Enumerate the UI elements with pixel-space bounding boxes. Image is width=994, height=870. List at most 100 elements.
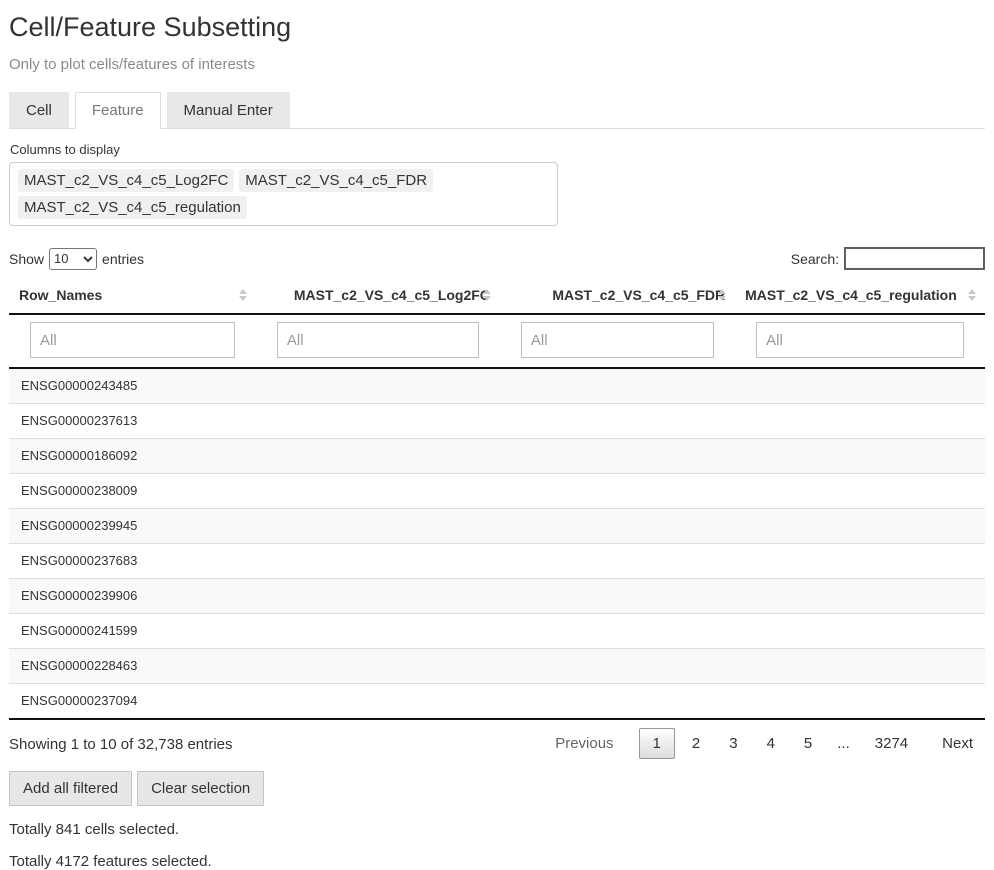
tab-cell[interactable]: Cell <box>9 92 69 128</box>
column-header-label: MAST_c2_VS_c4_c5_Log2FC <box>294 287 490 303</box>
column-header-label: MAST_c2_VS_c4_c5_regulation <box>745 287 957 303</box>
table-row[interactable]: ENSG00000237683 <box>9 544 985 579</box>
column-header-mast-c2-vs-c4-c5-log2fc[interactable]: MAST_c2_VS_c4_c5_Log2FC <box>256 277 500 314</box>
value-cell <box>256 404 500 439</box>
selected-column-tag[interactable]: MAST_c2_VS_c4_c5_FDR <box>239 169 433 192</box>
value-cell <box>500 509 735 544</box>
search-input[interactable] <box>844 247 985 270</box>
tab-manual-enter[interactable]: Manual Enter <box>167 92 290 128</box>
value-cell <box>500 439 735 474</box>
selected-column-tag[interactable]: MAST_c2_VS_c4_c5_Log2FC <box>18 169 234 192</box>
row-name-cell: ENSG00000239945 <box>9 509 256 544</box>
table-header-row: Row_Names MAST_c2_VS_c4_c5_Log2FC MAST_c2_… <box>9 277 985 314</box>
value-cell <box>735 404 985 439</box>
table-row[interactable]: ENSG00000238009 <box>9 474 985 509</box>
row-name-cell: ENSG00000243485 <box>9 368 256 404</box>
sort-arrows-icon <box>968 289 976 301</box>
column-header-mast-c2-vs-c4-c5-fdr[interactable]: MAST_c2_VS_c4_c5_FDR <box>500 277 735 314</box>
add-all-filtered-button[interactable]: Add all filtered <box>9 771 132 806</box>
value-cell <box>500 368 735 404</box>
row-name-cell: ENSG00000237683 <box>9 544 256 579</box>
pagination-page-5[interactable]: 5 <box>792 729 824 758</box>
row-name-cell: ENSG00000241599 <box>9 614 256 649</box>
column-header-row-names[interactable]: Row_Names <box>9 277 256 314</box>
value-cell <box>256 614 500 649</box>
table-row[interactable]: ENSG00000237613 <box>9 404 985 439</box>
column-header-label: MAST_c2_VS_c4_c5_FDR <box>552 287 725 303</box>
page-title: Cell/Feature Subsetting <box>9 12 985 43</box>
tabset: CellFeatureManual Enter <box>9 92 985 129</box>
datatable-controls: Show 10 entries Search: <box>9 247 985 270</box>
column-header-mast-c2-vs-c4-c5-regulation[interactable]: MAST_c2_VS_c4_c5_regulation <box>735 277 985 314</box>
column-header-label: Row_Names <box>19 287 102 303</box>
page-length-suffix: entries <box>102 251 144 267</box>
clear-selection-button[interactable]: Clear selection <box>137 771 264 806</box>
value-cell <box>735 544 985 579</box>
pagination-previous[interactable]: Previous <box>543 729 625 758</box>
selection-status-text: Totally 4172 features selected. <box>9 853 985 870</box>
table-row[interactable]: ENSG00000237094 <box>9 684 985 720</box>
value-cell <box>500 544 735 579</box>
table-row[interactable]: ENSG00000239906 <box>9 579 985 614</box>
search-label: Search: <box>791 251 839 267</box>
sort-arrows-icon <box>718 289 726 301</box>
table-row[interactable]: ENSG00000228463 <box>9 649 985 684</box>
value-cell <box>256 368 500 404</box>
pagination: Previous12345...3274Next <box>538 720 985 759</box>
sort-arrows-icon <box>239 289 247 301</box>
table-body: ENSG00000243485ENSG00000237613ENSG000001… <box>9 368 985 719</box>
value-cell <box>735 649 985 684</box>
table-row[interactable]: ENSG00000243485 <box>9 368 985 404</box>
value-cell <box>256 474 500 509</box>
page-length-select[interactable]: 10 <box>49 248 97 270</box>
value-cell <box>500 684 735 720</box>
selected-column-tag[interactable]: MAST_c2_VS_c4_c5_regulation <box>18 196 247 219</box>
table-filter-row <box>9 314 985 368</box>
row-name-cell: ENSG00000238009 <box>9 474 256 509</box>
table-row[interactable]: ENSG00000239945 <box>9 509 985 544</box>
column-filter-input-mast-c2-vs-c4-c5-fdr[interactable] <box>521 322 714 358</box>
columns-to-display-label: Columns to display <box>10 142 985 157</box>
value-cell <box>500 614 735 649</box>
selection-status-text: Totally 841 cells selected. <box>9 821 985 838</box>
table-info: Showing 1 to 10 of 32,738 entries <box>9 726 233 753</box>
value-cell <box>256 439 500 474</box>
pagination-page-3[interactable]: 3 <box>717 729 749 758</box>
value-cell <box>735 614 985 649</box>
value-cell <box>735 684 985 720</box>
table-row[interactable]: ENSG00000186092 <box>9 439 985 474</box>
value-cell <box>500 649 735 684</box>
pagination-next[interactable]: Next <box>930 729 985 758</box>
pagination-page-3274[interactable]: 3274 <box>863 729 920 758</box>
features-table: Row_Names MAST_c2_VS_c4_c5_Log2FC MAST_c2_… <box>9 277 985 720</box>
column-filter-input-mast-c2-vs-c4-c5-log2fc[interactable] <box>277 322 479 358</box>
value-cell <box>735 509 985 544</box>
column-filter-input-mast-c2-vs-c4-c5-regulation[interactable] <box>756 322 964 358</box>
tab-feature[interactable]: Feature <box>75 92 161 129</box>
value-cell <box>735 439 985 474</box>
row-name-cell: ENSG00000237613 <box>9 404 256 439</box>
columns-to-display-input[interactable]: MAST_c2_VS_c4_c5_Log2FCMAST_c2_VS_c4_c5_… <box>9 162 558 226</box>
page-length-prefix: Show <box>9 251 44 267</box>
table-row[interactable]: ENSG00000241599 <box>9 614 985 649</box>
pagination-page-1[interactable]: 1 <box>639 728 675 759</box>
sort-arrows-icon <box>483 289 491 301</box>
value-cell <box>256 649 500 684</box>
value-cell <box>256 684 500 720</box>
page-subtitle: Only to plot cells/features of interests <box>9 56 985 73</box>
value-cell <box>735 368 985 404</box>
row-name-cell: ENSG00000237094 <box>9 684 256 720</box>
column-filter-input-row-names[interactable] <box>30 322 235 358</box>
row-name-cell: ENSG00000239906 <box>9 579 256 614</box>
row-name-cell: ENSG00000186092 <box>9 439 256 474</box>
value-cell <box>256 579 500 614</box>
pagination-page-4[interactable]: 4 <box>755 729 787 758</box>
action-buttons: Add all filteredClear selection <box>9 771 985 806</box>
table-footer: Showing 1 to 10 of 32,738 entries Previo… <box>9 720 985 759</box>
value-cell <box>256 509 500 544</box>
pagination-page-2[interactable]: 2 <box>680 729 712 758</box>
value-cell <box>500 579 735 614</box>
row-name-cell: ENSG00000228463 <box>9 649 256 684</box>
value-cell <box>500 404 735 439</box>
value-cell <box>256 544 500 579</box>
